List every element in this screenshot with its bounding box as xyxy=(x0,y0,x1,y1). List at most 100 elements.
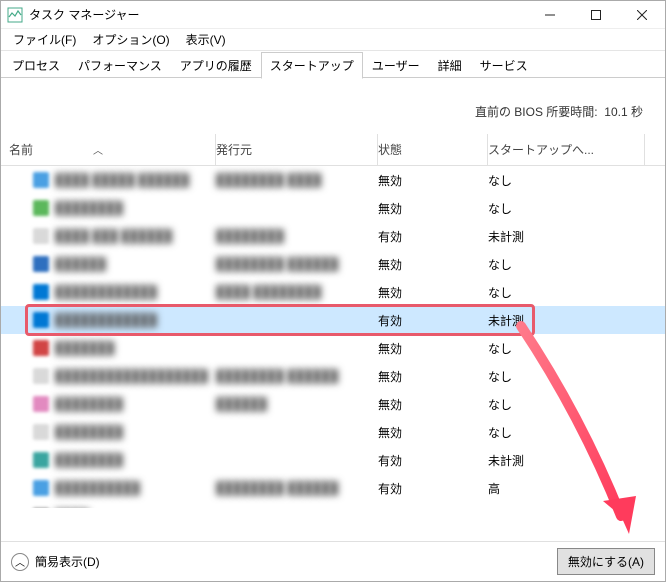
cell-impact: なし xyxy=(488,340,665,357)
table-row[interactable]: ██████ ████████ ██████無効なし xyxy=(1,250,665,278)
cell-name: ████████ xyxy=(33,452,216,468)
menubar: ファイル(F) オプション(O) 表示(V) xyxy=(1,29,665,51)
cell-status: 有効 xyxy=(378,228,488,245)
cell-publisher: ████████ ██████ xyxy=(216,369,378,383)
tabbar: プロセス パフォーマンス アプリの履歴 スタートアップ ユーザー 詳細 サービス xyxy=(1,51,665,79)
app-name: ████████████ xyxy=(55,285,157,299)
app-icon xyxy=(33,340,49,356)
cell-status: 無効 xyxy=(378,200,488,217)
tab-performance[interactable]: パフォーマンス xyxy=(69,52,171,78)
cell-name: ████ █████ ██████ xyxy=(33,172,216,188)
bios-value: 10.1 秒 xyxy=(604,105,643,119)
app-name: ████████ xyxy=(55,425,123,439)
table-row[interactable]: ██████████ ████████ ██████有効高 xyxy=(1,474,665,502)
column-name[interactable]: 名前 ︿ xyxy=(1,134,216,165)
cell-publisher: ████████ xyxy=(216,229,378,243)
table-row[interactable]: ████████ 無効なし xyxy=(1,418,665,446)
bios-time-row: 直前の BIOS 所要時間: 10.1 秒 xyxy=(1,79,665,134)
cell-status: 有効 xyxy=(378,452,488,469)
footer: ︿ 簡易表示(D) 無効にする(A) xyxy=(1,541,665,581)
table-row[interactable]: ████ ███ ██████ ████████有効未計測 xyxy=(1,222,665,250)
column-headers: 名前 ︿ 発行元 状態 スタートアップへ... xyxy=(1,134,665,166)
cell-impact: なし xyxy=(488,368,665,385)
app-name: ████████ xyxy=(55,201,123,215)
table-row[interactable]: ████████ 無効なし xyxy=(1,194,665,222)
cell-impact: 未計測 xyxy=(488,228,665,245)
table-row[interactable]: ████無効なし xyxy=(1,502,665,508)
tab-startup[interactable]: スタートアップ xyxy=(261,52,363,79)
maximize-button[interactable] xyxy=(573,1,619,29)
table-row[interactable]: ████████████ 有効未計測 xyxy=(1,306,665,334)
tab-app-history[interactable]: アプリの履歴 xyxy=(171,52,261,78)
cell-name: ████████ xyxy=(33,200,216,216)
cell-publisher: ████ ████████ xyxy=(216,285,378,299)
table-row[interactable]: ████████████ ████ ████████無効なし xyxy=(1,278,665,306)
cell-publisher: ████████ ██████ xyxy=(216,481,378,495)
cell-status: 有効 xyxy=(378,480,488,497)
app-icon xyxy=(33,284,49,300)
column-name-label: 名前 xyxy=(9,141,33,158)
cell-impact: なし xyxy=(488,284,665,301)
tab-services[interactable]: サービス xyxy=(471,52,537,78)
disable-button[interactable]: 無効にする(A) xyxy=(557,548,655,575)
cell-name: ████████████ xyxy=(33,312,216,328)
minimize-button[interactable] xyxy=(527,1,573,29)
window-controls xyxy=(527,1,665,29)
fewer-details-label: 簡易表示(D) xyxy=(35,553,100,570)
table-row[interactable]: ████████ 有効未計測 xyxy=(1,446,665,474)
cell-status: 有効 xyxy=(378,312,488,329)
menu-file[interactable]: ファイル(F) xyxy=(5,29,84,50)
table-row[interactable]: ████ █████ ██████████████ ████無効なし xyxy=(1,166,665,194)
cell-status: 無効 xyxy=(378,340,488,357)
tab-processes[interactable]: プロセス xyxy=(3,52,69,78)
chevron-up-icon: ︿ xyxy=(11,553,29,571)
cell-name: ████████ xyxy=(33,424,216,440)
cell-status: 無効 xyxy=(378,508,488,509)
cell-name: ██████ xyxy=(33,256,216,272)
cell-impact: なし xyxy=(488,200,665,217)
cell-impact: 未計測 xyxy=(488,312,665,329)
column-publisher[interactable]: 発行元 xyxy=(216,134,378,165)
table-row[interactable]: ██████████████無効なし xyxy=(1,390,665,418)
cell-impact: 未計測 xyxy=(488,452,665,469)
titlebar: タスク マネージャー xyxy=(1,1,665,29)
cell-impact: なし xyxy=(488,256,665,273)
cell-status: 無効 xyxy=(378,424,488,441)
startup-list[interactable]: ████ █████ ██████████████ ████無効なし██████… xyxy=(1,166,665,508)
cell-name: ██████████████████ xyxy=(33,368,216,384)
app-name: ████ █████ ██████ xyxy=(55,173,189,187)
cell-impact: 高 xyxy=(488,480,665,497)
table-row[interactable]: ███████ 無効なし xyxy=(1,334,665,362)
close-button[interactable] xyxy=(619,1,665,29)
app-icon xyxy=(33,424,49,440)
app-name: ████████ xyxy=(55,453,123,467)
app-name: ████ ███ ██████ xyxy=(55,229,172,243)
app-icon xyxy=(33,480,49,496)
cell-publisher: ████████ ██████ xyxy=(216,257,378,271)
cell-status: 無効 xyxy=(378,256,488,273)
cell-impact: なし xyxy=(488,424,665,441)
tab-users[interactable]: ユーザー xyxy=(363,52,429,78)
cell-status: 無効 xyxy=(378,396,488,413)
fewer-details-button[interactable]: ︿ 簡易表示(D) xyxy=(11,553,100,571)
table-row[interactable]: ██████████████████████████ ██████無効なし xyxy=(1,362,665,390)
app-icon xyxy=(33,172,49,188)
column-status[interactable]: 状態 xyxy=(378,134,488,165)
cell-publisher: ████████ ████ xyxy=(216,173,378,187)
tab-details[interactable]: 詳細 xyxy=(429,52,471,78)
app-name: ██████ xyxy=(55,257,106,271)
menu-view[interactable]: 表示(V) xyxy=(178,29,234,50)
cell-name: ████████ xyxy=(33,396,216,412)
app-icon xyxy=(33,228,49,244)
cell-status: 無効 xyxy=(378,284,488,301)
app-name: ████████ xyxy=(55,397,123,411)
cell-status: 無効 xyxy=(378,368,488,385)
app-name: ██████████ xyxy=(55,481,140,495)
cell-name: ██████████ xyxy=(33,480,216,496)
app-icon xyxy=(33,256,49,272)
menu-options[interactable]: オプション(O) xyxy=(84,29,177,50)
column-startup-impact[interactable]: スタートアップへ... xyxy=(488,134,645,165)
app-icon xyxy=(33,396,49,412)
cell-status: 無効 xyxy=(378,172,488,189)
app-name: ███████ xyxy=(55,341,115,355)
